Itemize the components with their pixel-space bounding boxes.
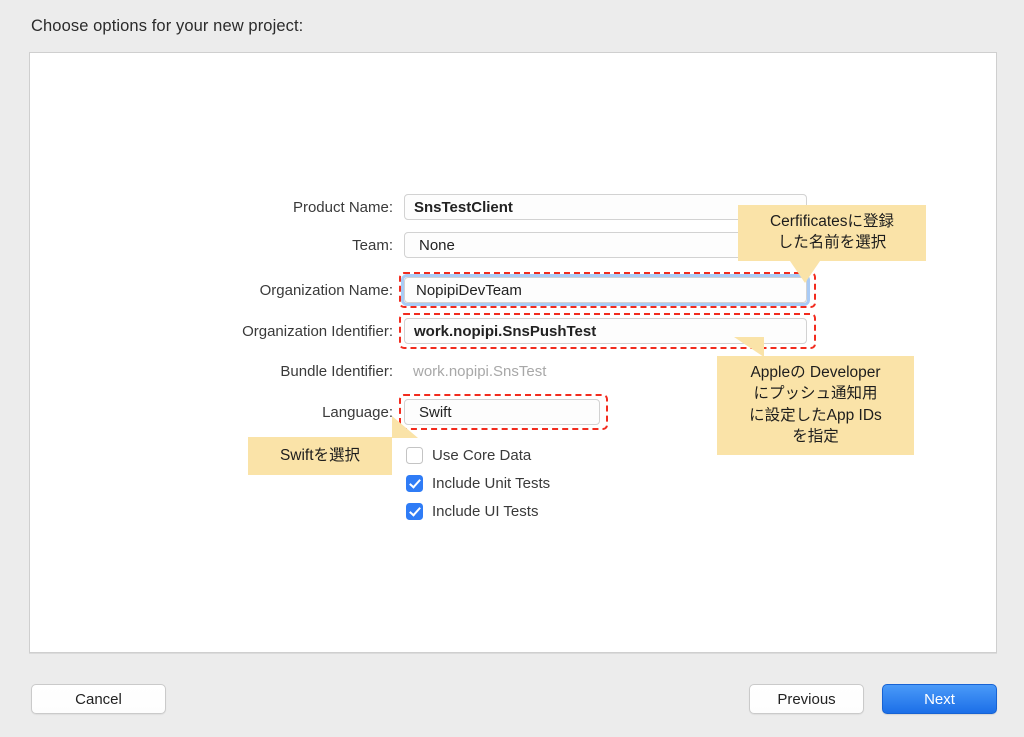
callout-tail-upright-icon [392, 416, 418, 438]
checkbox-include-unit-tests[interactable] [406, 474, 423, 492]
annotation-swift-line1: Swiftを選択 [279, 447, 361, 464]
value-bundle-identifier: work.nopipi.SnsTest [413, 362, 547, 380]
annotation-callout-certificates: Cerfificatesに登録 した名前を選択 [738, 205, 926, 283]
label-language: Language: [322, 404, 393, 421]
annotation-callout-swift: Swiftを選択 [248, 416, 418, 476]
annotation-callout-app-ids: Appleの Developer にプッシュ通知用 に設定したApp IDs を… [717, 337, 914, 455]
previous-button[interactable]: Previous [749, 684, 864, 714]
next-button[interactable]: Next [882, 684, 997, 714]
label-bundle-identifier: Bundle Identifier: [280, 363, 393, 380]
label-organization-identifier: Organization Identifier: [242, 323, 393, 340]
label-team: Team: [352, 237, 393, 254]
checkbox-row-include-ui-tests[interactable]: Include UI Tests [406, 500, 538, 522]
checkbox-label-use-core-data: Use Core Data [432, 446, 532, 464]
annotation-certificates-line1: Cerfificatesに登録 [769, 213, 895, 230]
label-organization-name: Organization Name: [259, 282, 393, 299]
checkbox-row-include-unit-tests[interactable]: Include Unit Tests [406, 472, 550, 494]
annotation-app-ids-line3: に設定したApp IDs [749, 406, 882, 424]
annotation-app-ids-line2: にプッシュ通知用 [753, 385, 878, 403]
content-panel [29, 52, 997, 653]
annotation-certificates-line2: した名前を選択 [777, 234, 887, 252]
callout-tail-down-icon [790, 260, 820, 283]
annotation-app-ids-line1: Appleの Developer [750, 364, 881, 381]
page-title: Choose options for your new project: [31, 17, 304, 35]
label-product-name: Product Name: [292, 199, 393, 216]
checkbox-label-include-ui-tests: Include UI Tests [432, 502, 539, 520]
checkbox-include-ui-tests[interactable] [406, 502, 423, 520]
callout-tail-upleft-icon [734, 337, 764, 357]
checkbox-use-core-data[interactable] [406, 446, 423, 464]
annotation-app-ids-line4: を指定 [792, 428, 839, 446]
checkbox-label-include-unit-tests: Include Unit Tests [432, 474, 551, 492]
cancel-button[interactable]: Cancel [31, 684, 166, 714]
checkbox-row-use-core-data[interactable]: Use Core Data [406, 444, 531, 466]
select-language[interactable]: Swift [404, 399, 600, 425]
input-organization-name[interactable]: NopipiDevTeam [404, 277, 807, 303]
